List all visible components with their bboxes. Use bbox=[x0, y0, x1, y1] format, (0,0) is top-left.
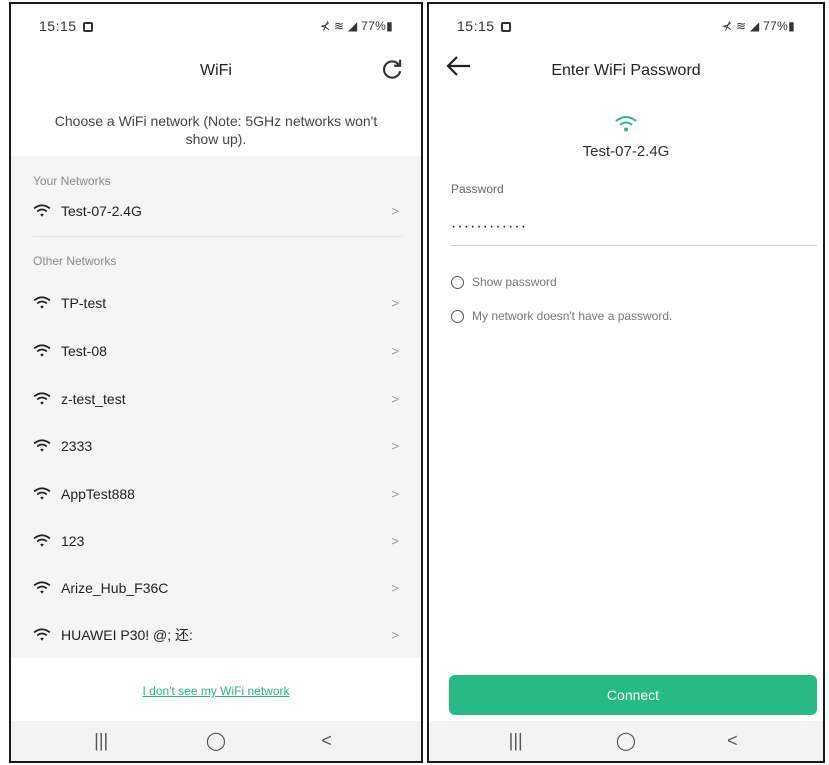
status-indicators: ⊀ ≋ ◢ 77%▮ bbox=[320, 19, 393, 33]
wifi-list-screen: 15:15 ⊀ ≋ ◢ 77%▮ WiFi Choose a WiFi netw… bbox=[9, 2, 423, 763]
your-networks-label: Your Networks bbox=[33, 174, 111, 188]
system-navigation-bar: ||| ◯ < bbox=[429, 721, 823, 761]
chevron-right-icon: > bbox=[391, 295, 399, 311]
status-time: 15:15 bbox=[39, 18, 93, 34]
chevron-right-icon: > bbox=[391, 343, 399, 359]
radio-button[interactable] bbox=[451, 309, 464, 323]
network-row[interactable]: HUAWEI P30! @; 还: > bbox=[11, 612, 421, 658]
chevron-right-icon: > bbox=[391, 533, 399, 549]
password-label: Password bbox=[451, 182, 504, 196]
network-row[interactable]: Test-08 > bbox=[11, 328, 421, 374]
network-list: Your Networks Test-07-2.4G > Other Netwo… bbox=[11, 156, 421, 658]
no-password-option[interactable]: My network doesn't have a password. bbox=[451, 306, 672, 326]
password-field[interactable] bbox=[451, 208, 817, 246]
network-row[interactable]: z-test_test > bbox=[11, 376, 421, 422]
password-screen: 15:15 ⊀ ≋ ◢ 77%▮ Enter WiFi Password Tes… bbox=[427, 2, 825, 763]
no-network-link[interactable]: I don't see my WiFi network bbox=[11, 684, 421, 698]
option-label: Show password bbox=[472, 275, 557, 289]
wifi-icon bbox=[33, 534, 51, 547]
refresh-icon[interactable] bbox=[379, 56, 405, 82]
notification-icon bbox=[82, 22, 93, 32]
network-name: AppTest888 bbox=[61, 486, 135, 502]
network-hint: Choose a WiFi network (Note: 5GHz networ… bbox=[54, 113, 378, 147]
network-name: z-test_test bbox=[61, 391, 126, 407]
chevron-right-icon: > bbox=[391, 486, 399, 502]
network-row[interactable]: Arize_Hub_F36C > bbox=[11, 565, 421, 611]
wifi-icon bbox=[33, 296, 51, 309]
recents-button[interactable]: ||| bbox=[509, 731, 523, 752]
page-title: WiFi bbox=[200, 62, 232, 79]
wifi-icon bbox=[33, 344, 51, 357]
status-bar: 15:15 ⊀ ≋ ◢ 77%▮ bbox=[429, 4, 823, 44]
divider bbox=[33, 236, 403, 237]
chevron-right-icon: > bbox=[391, 203, 399, 219]
status-time: 15:15 bbox=[457, 18, 511, 34]
recents-button[interactable]: ||| bbox=[94, 731, 108, 752]
page-title: Enter WiFi Password bbox=[551, 62, 701, 79]
status-time-text: 15:15 bbox=[457, 18, 495, 34]
chevron-right-icon: > bbox=[391, 580, 399, 596]
wifi-icon bbox=[33, 439, 51, 452]
selected-network-name: Test-07-2.4G bbox=[582, 143, 670, 160]
network-row-test-07[interactable]: Test-07-2.4G > bbox=[11, 188, 421, 234]
wifi-icon bbox=[33, 628, 51, 641]
network-row[interactable]: 123 > bbox=[11, 518, 421, 564]
home-button[interactable]: ◯ bbox=[616, 731, 636, 752]
network-row[interactable]: AppTest888 > bbox=[11, 471, 421, 517]
network-name: 123 bbox=[61, 533, 85, 549]
chevron-right-icon: > bbox=[391, 391, 399, 407]
wifi-icon bbox=[33, 581, 51, 594]
network-name: 2333 bbox=[61, 438, 93, 454]
notification-icon bbox=[500, 22, 511, 32]
chevron-right-icon: > bbox=[391, 438, 399, 454]
system-back-button[interactable]: < bbox=[727, 731, 738, 752]
network-name: HUAWEI P30! @; 还: bbox=[61, 627, 193, 643]
status-indicators: ⊀ ≋ ◢ 77%▮ bbox=[722, 19, 795, 33]
system-navigation-bar: ||| ◯ < bbox=[11, 721, 421, 761]
status-bar: 15:15 ⊀ ≋ ◢ 77%▮ bbox=[11, 4, 421, 44]
wifi-icon bbox=[33, 392, 51, 405]
option-label: My network doesn't have a password. bbox=[472, 309, 673, 323]
show-password-option[interactable]: Show password bbox=[451, 272, 557, 292]
wifi-icon bbox=[33, 204, 51, 217]
network-name: Test-07-2.4G bbox=[61, 203, 142, 219]
chevron-right-icon: > bbox=[391, 627, 399, 643]
network-row[interactable]: 2333 > bbox=[11, 423, 421, 469]
network-name: Test-08 bbox=[61, 343, 107, 359]
home-button[interactable]: ◯ bbox=[206, 731, 226, 752]
wifi-icon bbox=[33, 487, 51, 500]
other-networks-label: Other Networks bbox=[33, 254, 117, 268]
network-name: TP-test bbox=[61, 295, 107, 311]
wifi-icon bbox=[615, 116, 637, 132]
status-time-text: 15:15 bbox=[39, 18, 77, 34]
network-name: Arize_Hub_F36C bbox=[61, 580, 169, 596]
connect-button[interactable]: Connect bbox=[449, 675, 817, 715]
network-row[interactable]: TP-test > bbox=[11, 280, 421, 326]
system-back-button[interactable]: < bbox=[321, 731, 332, 752]
radio-button[interactable] bbox=[451, 275, 464, 289]
